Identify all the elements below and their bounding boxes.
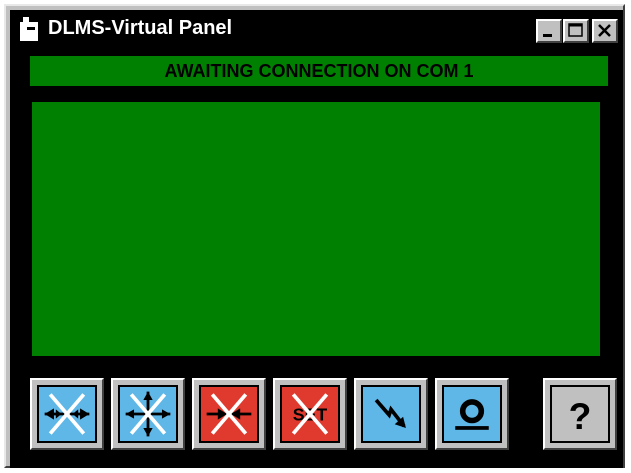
app-icon bbox=[20, 17, 38, 41]
application-window: DLMS-Virtual Panel AWAITING CONNECTION O… bbox=[4, 4, 625, 468]
toolbar-button-6-face bbox=[442, 385, 502, 443]
close-icon bbox=[598, 24, 611, 37]
toolbar-button-5-face bbox=[361, 385, 421, 443]
lightning-arrow-icon bbox=[374, 398, 406, 428]
close-button[interactable] bbox=[592, 19, 618, 43]
maximize-icon bbox=[568, 23, 583, 37]
status-bar: AWAITING CONNECTION ON COM 1 bbox=[30, 56, 608, 86]
arrows-horizontal-crossed-icon bbox=[44, 393, 90, 435]
title-bar[interactable]: DLMS-Virtual Panel bbox=[10, 10, 623, 46]
panel-body: AWAITING CONNECTION ON COM 1 ? bbox=[10, 46, 623, 468]
arrows-four-way-crossed-icon bbox=[125, 391, 171, 437]
minimize-icon bbox=[543, 34, 552, 37]
minimize-button[interactable] bbox=[536, 19, 562, 43]
toolbar-button-1-face bbox=[37, 385, 97, 443]
toolbar-button-2-face bbox=[118, 385, 178, 443]
toolbar-button-4[interactable]: SET bbox=[273, 378, 347, 450]
toolbar-button-3[interactable] bbox=[192, 378, 266, 450]
record-disc-icon bbox=[455, 399, 489, 430]
help-label: ? bbox=[569, 395, 592, 437]
toolbar-button-5[interactable] bbox=[354, 378, 428, 450]
status-message: AWAITING CONNECTION ON COM 1 bbox=[164, 60, 474, 81]
display-screen bbox=[32, 102, 600, 356]
set-crossed-icon: SET bbox=[291, 393, 329, 435]
toolbar-button-1[interactable] bbox=[30, 378, 104, 450]
arrows-inward-crossed-icon bbox=[206, 393, 252, 435]
maximize-button[interactable] bbox=[563, 19, 589, 43]
help-button-face: ? bbox=[550, 385, 610, 443]
toolbar-button-4-face: SET bbox=[280, 385, 340, 443]
toolbar-button-2[interactable] bbox=[111, 378, 185, 450]
help-question-icon: ? bbox=[569, 395, 592, 437]
window-title: DLMS-Virtual Panel bbox=[48, 17, 233, 39]
toolbar-button-6[interactable] bbox=[435, 378, 509, 450]
help-button[interactable]: ? bbox=[543, 378, 617, 450]
toolbar-button-3-face bbox=[199, 385, 259, 443]
